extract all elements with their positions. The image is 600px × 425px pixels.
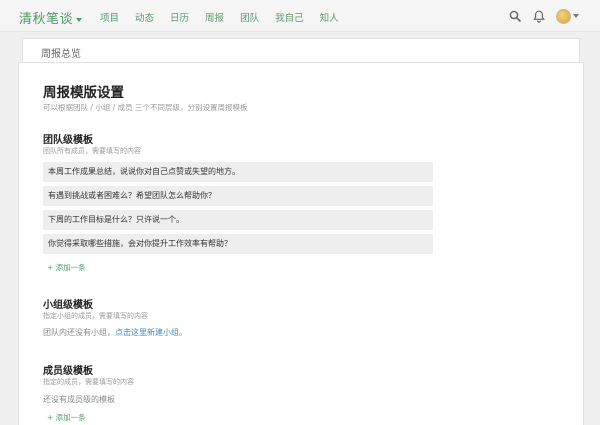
nav-item-weekly-report[interactable]: 周报 xyxy=(205,10,224,24)
brand-menu[interactable]: 清秋笔谈 xyxy=(19,8,83,27)
top-navbar: 清秋笔谈 项目 动态 日历 周报 团队 我自己 知人 xyxy=(0,0,600,32)
nav-item-activity[interactable]: 动态 xyxy=(135,10,154,24)
user-avatar-menu[interactable] xyxy=(554,7,580,25)
member-template-desc: 指定的成员，需要填写的内容 xyxy=(43,378,134,386)
nav-item-people[interactable]: 知人 xyxy=(320,10,339,24)
main-nav: 项目 动态 日历 周报 团队 我自己 知人 xyxy=(100,10,355,24)
top-icons xyxy=(500,7,580,25)
nav-item-team[interactable]: 团队 xyxy=(240,10,259,24)
caret-down-icon xyxy=(572,14,579,18)
member-template-title: 成员级模板 xyxy=(43,366,93,377)
page-title: 周报模版设置 xyxy=(43,85,124,101)
caret-down-icon xyxy=(76,17,83,22)
team-template-desc: 团队所有成员，需要填写的内容 xyxy=(43,147,141,155)
avatar xyxy=(555,8,571,24)
bell-icon[interactable] xyxy=(530,7,548,25)
team-template-item[interactable]: 有遇到挑战或者困难么？希望团队怎么帮助你？ xyxy=(43,186,433,206)
group-template-desc: 指定小组的成员，需要填写的内容 xyxy=(43,312,148,320)
group-note-suffix: 。 xyxy=(179,328,187,337)
group-note-text: 团队内还没有小组， xyxy=(43,328,115,337)
breadcrumb: 周报总览 xyxy=(22,38,580,62)
group-empty-note: 团队内还没有小组，点击这里新建小组。 xyxy=(43,327,187,338)
member-empty-note: 还没有成员级的模板 xyxy=(43,395,115,404)
brand-name: 清秋笔谈 xyxy=(19,12,74,27)
team-template-item[interactable]: 下周的工作目标是什么？只许说一个。 xyxy=(43,210,433,230)
template-settings-card: 周报模版设置 可以根据团队 / 小组 / 成员 三个不同层级，分别设置周报模板 … xyxy=(18,62,584,425)
create-group-link[interactable]: 点击这里新建小组 xyxy=(115,328,179,337)
team-template-item[interactable]: 你觉得采取哪些措施，会对你提升工作效率有帮助？ xyxy=(43,234,433,254)
team-template-item[interactable]: 本周工作成果总结，说说你对自己点赞或失望的地方。 xyxy=(43,162,433,182)
group-template-title: 小组级模板 xyxy=(43,300,93,311)
member-add-item-link[interactable]: + 添加一条 xyxy=(47,412,86,423)
team-template-title: 团队级模板 xyxy=(43,135,93,146)
search-icon[interactable] xyxy=(506,7,524,25)
nav-item-calendar[interactable]: 日历 xyxy=(170,10,189,24)
nav-item-projects[interactable]: 项目 xyxy=(100,10,119,24)
team-add-item-link[interactable]: + 添加一条 xyxy=(47,262,86,273)
breadcrumb-title: 周报总览 xyxy=(41,49,81,60)
nav-item-myself[interactable]: 我自己 xyxy=(275,10,304,24)
page-description: 可以根据团队 / 小组 / 成员 三个不同层级，分别设置周报模板 xyxy=(43,103,248,112)
